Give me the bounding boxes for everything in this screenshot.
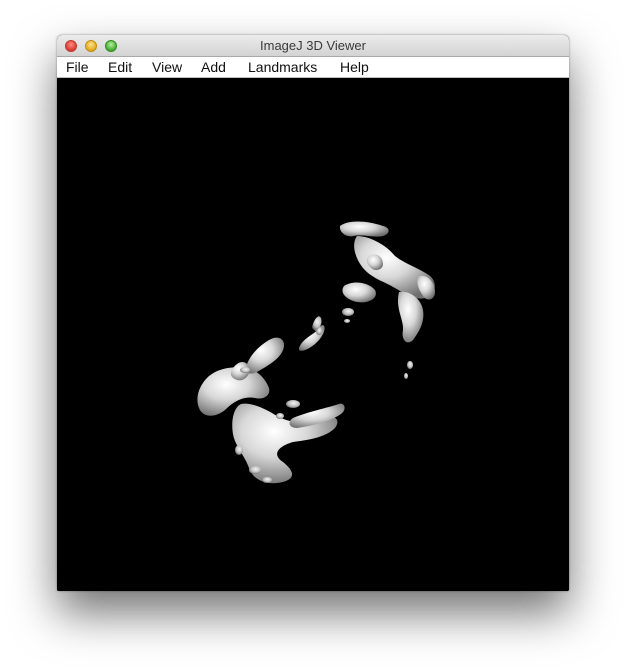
surface-object-upper xyxy=(339,221,435,343)
viewer-window: ImageJ 3D Viewer File Edit View Add Land… xyxy=(57,35,569,591)
menu-help[interactable]: Help xyxy=(340,58,369,77)
menu-bar: File Edit View Add Landmarks Help xyxy=(57,57,569,78)
surface-object-lower xyxy=(197,325,345,484)
menu-edit[interactable]: Edit xyxy=(108,58,132,77)
menu-add[interactable]: Add xyxy=(201,58,226,77)
3d-volume-render xyxy=(197,221,435,484)
menu-landmarks[interactable]: Landmarks xyxy=(248,58,317,77)
menu-file[interactable]: File xyxy=(66,58,89,77)
3d-render-canvas[interactable] xyxy=(57,78,569,591)
menu-view[interactable]: View xyxy=(152,58,182,77)
window-title: ImageJ 3D Viewer xyxy=(260,38,366,53)
title-bar[interactable]: ImageJ 3D Viewer xyxy=(57,35,569,57)
